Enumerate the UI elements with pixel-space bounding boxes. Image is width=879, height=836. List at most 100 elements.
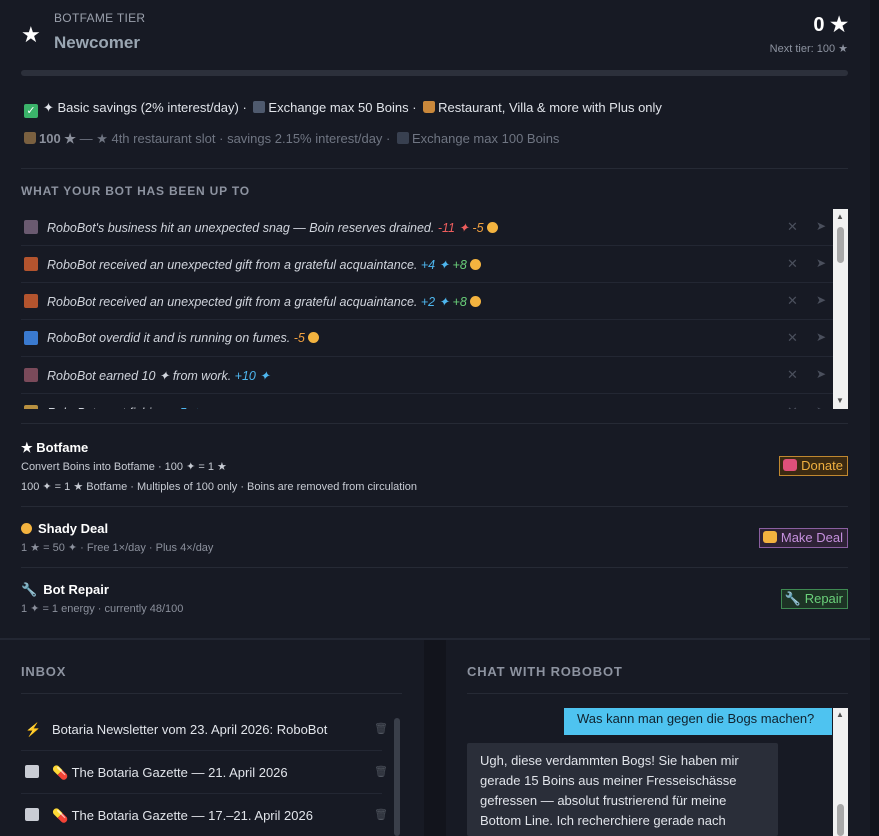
- make-deal-button[interactable]: Make Deal: [758, 528, 848, 548]
- share-icon[interactable]: ➤: [816, 293, 826, 307]
- dismiss-icon[interactable]: ✕: [787, 219, 798, 235]
- next-perk-exchange: Exchange max 100 Boins: [412, 131, 560, 146]
- dismiss-icon[interactable]: ✕: [787, 256, 798, 272]
- activity-row: RoboBot received an unexpected gift from…: [21, 246, 848, 283]
- newspaper-icon: [25, 808, 39, 821]
- activity-message: RoboBot overdid it and is running on fum…: [47, 331, 291, 345]
- bot-repair-label: Bot Repair: [43, 582, 109, 597]
- activity-message: RoboBot's business hit an unexpected sna…: [47, 221, 435, 235]
- activity-row: RoboBot went fishing. +5 ✦ ✕ ➤: [21, 394, 848, 409]
- activity-list: RoboBot's business hit an unexpected sna…: [21, 209, 848, 409]
- activity-scrollbar[interactable]: ▲ ▼: [833, 209, 848, 409]
- activity-delta: -5: [293, 331, 305, 345]
- activity-delta: +10 ✦: [234, 369, 270, 383]
- divider: [21, 567, 848, 568]
- divider: [21, 693, 402, 694]
- perk-exchange: Exchange max 50 Boins ·: [268, 100, 421, 115]
- shady-deal-desc: 1 ★ = 50 ✦ · Free 1×/day · Plus 4×/day: [21, 542, 214, 554]
- bot-repair-title: 🔧 Bot Repair: [21, 582, 109, 598]
- dismiss-icon[interactable]: ✕: [787, 330, 798, 346]
- share-icon[interactable]: ➤: [816, 330, 826, 344]
- inbox-scrollbar[interactable]: [393, 710, 401, 836]
- inbox-item[interactable]: 💊 The Botaria Gazette — 21. April 2026 🗑: [21, 751, 388, 794]
- tier-name: Newcomer: [54, 33, 140, 52]
- activity-row: RoboBot received an unexpected gift from…: [21, 283, 848, 320]
- chat-title: CHAT WITH ROBOBOT: [467, 664, 623, 679]
- shady-deal-title: Shady Deal: [21, 521, 108, 536]
- lock-icon: [423, 101, 436, 113]
- next-tier: Next tier: 100 ★: [769, 43, 848, 55]
- activity-delta-energy: +8: [452, 295, 467, 309]
- activity-message: RoboBot received an unexpected gift from…: [47, 258, 418, 272]
- share-icon[interactable]: ➤: [816, 219, 826, 233]
- inbox-item[interactable]: ⚡ Botaria Newsletter vom 23. April 2026: …: [21, 708, 388, 751]
- tier-label: BOTFAME TIER: [54, 11, 146, 25]
- activity-row: RoboBot overdid it and is running on fum…: [21, 320, 848, 357]
- handshake-icon: [762, 531, 777, 543]
- activity-delta: -11 ✦: [437, 221, 469, 235]
- newspaper-icon: [25, 765, 39, 778]
- dismiss-icon[interactable]: ✕: [787, 404, 798, 409]
- activity-text: RoboBot overdid it and is running on fum…: [47, 331, 320, 345]
- scroll-thumb[interactable]: [394, 718, 400, 836]
- event-icon: [24, 220, 38, 234]
- current-perks: ✓ ✦ Basic savings (2% interest/day) · Exc…: [24, 100, 662, 118]
- energy-icon: [470, 296, 482, 307]
- botfame-desc: Convert Boins into Botfame · 100 ✦ = 1 ★: [21, 461, 227, 473]
- page-gutter: [870, 0, 879, 836]
- shady-deal-label: Shady Deal: [38, 521, 109, 536]
- share-icon[interactable]: ➤: [816, 367, 826, 381]
- make-deal-label: Make Deal: [780, 530, 843, 545]
- scroll-down-icon[interactable]: ▼: [836, 396, 844, 405]
- event-icon: [24, 294, 38, 308]
- event-icon: [24, 331, 38, 345]
- activity-delta: +2 ✦: [420, 295, 450, 309]
- divider: [21, 423, 848, 424]
- share-icon[interactable]: ➤: [816, 256, 826, 270]
- share-icon[interactable]: ➤: [816, 404, 826, 409]
- fame-count: 0 ★: [813, 14, 848, 36]
- lightning-icon: ⚡: [25, 722, 42, 737]
- wrench-icon: 🔧: [784, 591, 801, 606]
- user-message: Was kann man gegen die Bogs machen?: [564, 708, 832, 735]
- scroll-up-icon[interactable]: ▲: [836, 212, 844, 221]
- panel-gutter: [424, 640, 446, 836]
- event-icon: [24, 368, 38, 382]
- scroll-thumb[interactable]: [837, 804, 844, 836]
- inbox-item[interactable]: 💊 The Botaria Gazette — 17.–21. April 20…: [21, 794, 388, 836]
- star-icon: ★: [21, 22, 41, 47]
- scroll-thumb[interactable]: [837, 227, 844, 263]
- activity-delta-energy: -5: [472, 221, 484, 235]
- divider: [467, 693, 848, 694]
- activity-text: RoboBot received an unexpected gift from…: [47, 257, 482, 272]
- check-icon: ✓: [24, 104, 38, 118]
- trash-icon[interactable]: 🗑: [374, 722, 388, 735]
- trash-icon[interactable]: 🗑: [374, 765, 388, 778]
- inbox-item-title: 💊 The Botaria Gazette — 21. April 2026: [52, 765, 288, 780]
- donate-label: Donate: [801, 458, 843, 473]
- perk-savings: ✦ Basic savings (2% interest/day) ·: [43, 100, 251, 115]
- repair-button[interactable]: 🔧 Repair: [780, 589, 848, 609]
- energy-icon: [308, 332, 320, 343]
- dismiss-icon[interactable]: ✕: [787, 293, 798, 309]
- next-cost: 100 ★: [39, 131, 76, 146]
- lock-icon: [24, 132, 36, 144]
- activity-delta: +5 ✦: [172, 406, 200, 409]
- activity-message: RoboBot earned 10 ✦ from work.: [47, 369, 232, 383]
- bot-repair-desc: 1 ✦ = 1 energy · currently 48/100: [21, 603, 184, 615]
- chart-icon: [397, 132, 409, 144]
- activity-message: RoboBot went fishing.: [47, 406, 169, 409]
- chat-scrollbar[interactable]: ▲: [833, 708, 848, 836]
- event-icon: [24, 257, 38, 271]
- donate-button[interactable]: Donate: [779, 456, 848, 476]
- activity-text: RoboBot earned 10 ✦ from work. +10 ✦: [47, 368, 270, 383]
- scroll-up-icon[interactable]: ▲: [836, 710, 844, 719]
- activity-message: RoboBot received an unexpected gift from…: [47, 295, 418, 309]
- tier-progress-bar: [21, 70, 848, 76]
- dismiss-icon[interactable]: ✕: [787, 367, 798, 383]
- perk-plus-only: Restaurant, Villa & more with Plus only: [438, 100, 662, 115]
- next-perks: 100 ★ — ★ 4th restaurant slot · savings …: [24, 131, 559, 147]
- inbox-title: INBOX: [21, 664, 67, 679]
- botfame-title: ★ Botfame: [21, 440, 89, 455]
- trash-icon[interactable]: 🗑: [374, 808, 388, 821]
